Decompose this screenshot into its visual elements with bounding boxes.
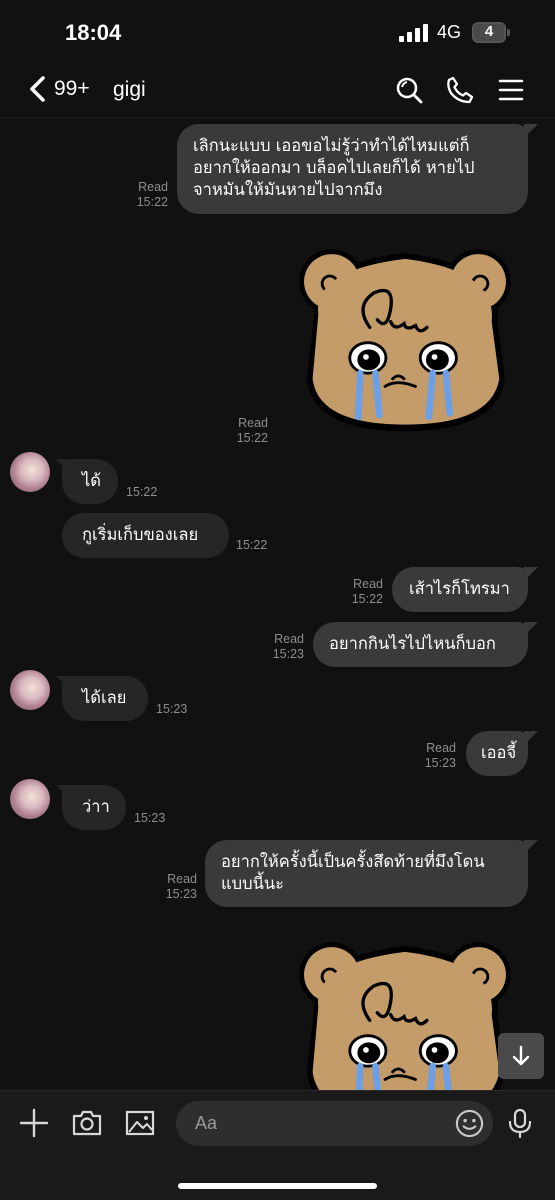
crying-bear-sticker[interactable]: [282, 236, 528, 436]
message-text: เออจี้: [481, 743, 517, 762]
message-text: ได้: [82, 471, 102, 490]
message-text: อยากกินไรไปไหนก็บอก: [329, 634, 496, 653]
status-time: 18:04: [65, 20, 122, 45]
bubble-tail: [524, 840, 538, 854]
arrow-down-icon: [512, 1045, 530, 1066]
message-time: 15:23: [272, 647, 304, 661]
search-icon[interactable]: [395, 76, 423, 104]
message-meta: Read 15:23: [408, 741, 456, 771]
message-time: 15:22: [136, 195, 168, 209]
image-icon[interactable]: [124, 1107, 156, 1139]
plus-icon[interactable]: [18, 1107, 50, 1139]
avatar[interactable]: [10, 670, 50, 710]
battery-icon: 4: [472, 22, 512, 43]
network-type: 4G: [437, 22, 462, 42]
back-button[interactable]: 99+: [28, 74, 90, 104]
signal-strength-icon: [399, 24, 428, 42]
camera-icon[interactable]: [71, 1107, 103, 1139]
message-meta: Read 15:22: [335, 577, 383, 607]
message-line: อยากให้ครั้งนี้เป็นครั้งสึดท้ายที่มึงโดน: [221, 852, 485, 871]
message-time: 15:23: [134, 811, 166, 825]
message-bubble[interactable]: เลิกนะแบบ เออขอไม่รู้ว่าทำได้ไหมแต่ก็ อย…: [177, 124, 528, 214]
bubble-tail: [524, 567, 538, 581]
message-bubble[interactable]: อยากกินไรไปไหนก็บอก: [313, 622, 528, 667]
message-line: แบบนี้นะ: [221, 874, 285, 893]
message-time: 15:23: [156, 702, 188, 716]
message-text-field[interactable]: [195, 1101, 445, 1146]
read-receipt: Read: [138, 180, 168, 194]
message-bubble[interactable]: ได้: [62, 459, 118, 504]
message-bubble[interactable]: อยากให้ครั้งนี้เป็นครั้งสึดท้ายที่มึงโดน…: [205, 840, 528, 907]
read-receipt: Read: [238, 416, 268, 430]
emoji-icon[interactable]: [454, 1108, 485, 1139]
message-time: 15:23: [165, 887, 197, 901]
message-bubble[interactable]: ได้เลย: [62, 676, 148, 721]
status-bar: 18:04 4G 4: [0, 0, 555, 62]
read-receipt: Read: [426, 741, 456, 755]
message-text: เส้าไรก็โทรมา: [409, 579, 510, 598]
bubble-tail: [524, 124, 538, 138]
home-indicator[interactable]: [178, 1183, 377, 1189]
message-line: จาหมันให้มันหายไปจากมึง: [193, 180, 383, 199]
message-meta: Read 15:23: [149, 872, 197, 902]
avatar[interactable]: [10, 452, 50, 492]
avatar[interactable]: [10, 779, 50, 819]
message-bubble[interactable]: เออจี้: [466, 731, 528, 776]
chevron-left-icon: [30, 76, 45, 102]
phone-icon[interactable]: [446, 76, 474, 104]
message-meta: Read 15:22: [220, 416, 268, 446]
scroll-to-bottom-button[interactable]: [498, 1033, 544, 1079]
message-time: 15:22: [126, 485, 158, 499]
read-receipt: Read: [353, 577, 383, 591]
message-text: ได้เลย: [82, 688, 127, 707]
message-time: 15:23: [424, 756, 456, 770]
message-text: ว่าา: [82, 797, 110, 816]
message-meta: Read 15:22: [120, 180, 168, 210]
message-text: กูเริ่มเก็บของเลย: [82, 525, 199, 544]
message-time: 15:22: [236, 538, 268, 552]
message-meta: Read 15:23: [256, 632, 304, 662]
message-line: อยากให้ออกมา บล็อคไปเลยก็ได้ หายไป: [193, 158, 475, 177]
read-receipt: Read: [274, 632, 304, 646]
battery-level: 4: [484, 23, 494, 40]
menu-icon[interactable]: [497, 76, 525, 104]
contact-name[interactable]: gigi: [113, 78, 146, 102]
bubble-tail: [524, 731, 538, 745]
unread-count: 99+: [54, 77, 90, 100]
message-time: 15:22: [236, 431, 268, 445]
microphone-icon[interactable]: [506, 1107, 534, 1139]
read-receipt: Read: [167, 872, 197, 886]
message-time: 15:22: [351, 592, 383, 606]
message-bubble[interactable]: ว่าา: [62, 785, 126, 830]
message-line: เลิกนะแบบ เออขอไม่รู้ว่าทำได้ไหมแต่ก็: [193, 136, 470, 155]
message-bubble[interactable]: กูเริ่มเก็บของเลย: [62, 513, 229, 558]
bubble-tail: [524, 622, 538, 636]
message-bubble[interactable]: เส้าไรก็โทรมา: [392, 567, 528, 612]
message-input[interactable]: [176, 1101, 493, 1146]
chat-header: 99+ gigi: [0, 62, 555, 118]
